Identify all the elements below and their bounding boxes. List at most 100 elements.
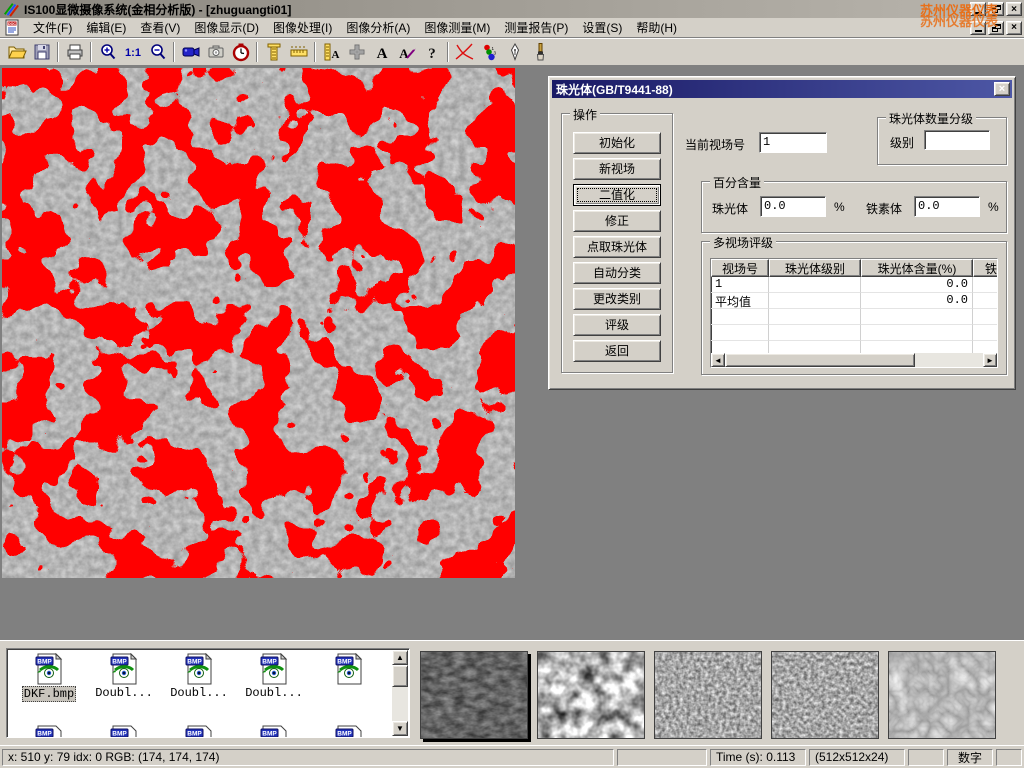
window-minimize-button[interactable]: [970, 2, 986, 16]
grid-icon[interactable]: [344, 40, 369, 64]
app-logo-icon: [2, 1, 20, 17]
zoom-out-icon[interactable]: [145, 40, 170, 64]
thumbnail-1[interactable]: [420, 651, 528, 739]
menu-image-analysis[interactable]: 图像分析(A): [339, 17, 417, 38]
dialog-close-button[interactable]: ×: [994, 82, 1010, 96]
thumbnail-4[interactable]: [771, 651, 879, 739]
ferrite-label: 铁素体: [866, 200, 902, 217]
file-item[interactable]: BMP: [163, 725, 235, 738]
thumbnail-3[interactable]: [654, 651, 762, 739]
micrograph-canvas[interactable]: [2, 68, 515, 578]
file-list-scrollbar[interactable]: ▲ ▼: [392, 650, 408, 736]
menu-view[interactable]: 查看(V): [133, 17, 187, 38]
window-restore-button[interactable]: [988, 2, 1004, 16]
file-item[interactable]: BMP: [313, 653, 385, 699]
save-icon[interactable]: [29, 40, 54, 64]
ferrite-percent-input[interactable]: 0.0: [914, 196, 980, 217]
pearlite-label: 珠光体: [712, 200, 748, 217]
status-bar: x: 510 y: 79 idx: 0 RGB: (174, 174, 174)…: [0, 745, 1024, 768]
rate-button[interactable]: 评级: [573, 314, 661, 336]
file-name[interactable]: Doubl...: [94, 686, 154, 700]
help-icon[interactable]: ?: [419, 40, 444, 64]
child-restore-button[interactable]: [988, 21, 1004, 35]
file-item[interactable]: BMP: [313, 725, 385, 738]
menu-file[interactable]: 文件(F): [26, 17, 79, 38]
new-field-button[interactable]: 新视场: [573, 158, 661, 180]
binarize-button[interactable]: 二值化: [573, 184, 661, 206]
table-row-empty: [711, 325, 997, 341]
file-item[interactable]: BMP DKF.bmp: [13, 653, 85, 702]
menu-settings[interactable]: 设置(S): [575, 17, 629, 38]
measure-text-icon[interactable]: A: [319, 40, 344, 64]
grade-group-label: 珠光体数量分级: [886, 110, 976, 127]
child-close-button[interactable]: ×: [1006, 21, 1022, 35]
timer-icon[interactable]: [228, 40, 253, 64]
rating-table[interactable]: 视场号 珠光体级别 珠光体含量(%) 铁素体 1 0.0 平均值 0.0: [710, 258, 998, 368]
multi-field-group: 多视场评级 视场号 珠光体级别 珠光体含量(%) 铁素体 1 0.0 平均值: [701, 241, 1007, 375]
print-icon[interactable]: [62, 40, 87, 64]
dialog-title-text: 珠光体(GB/T9441-88): [556, 81, 673, 98]
text-icon[interactable]: A: [369, 40, 394, 64]
col-ferrite[interactable]: 铁素体: [973, 259, 998, 277]
file-name[interactable]: Doubl...: [169, 686, 229, 700]
scroll-left-icon[interactable]: ◄: [711, 353, 725, 367]
camera-icon[interactable]: [203, 40, 228, 64]
menu-measure-report[interactable]: 测量报告(P): [497, 17, 575, 38]
menu-image-measure[interactable]: 图像测量(M): [417, 17, 497, 38]
file-name[interactable]: Doubl...: [244, 686, 304, 700]
col-pearlite-grade[interactable]: 珠光体级别: [769, 259, 861, 277]
file-browser[interactable]: BMP DKF.bmp BMP Doubl... BMP Doubl... BM…: [6, 648, 410, 738]
thumbnail-5[interactable]: [888, 651, 996, 739]
file-item[interactable]: BMP Doubl...: [88, 653, 160, 700]
zoom-in-icon[interactable]: [95, 40, 120, 64]
particle-classes-icon[interactable]: 13: [477, 40, 502, 64]
change-class-button[interactable]: 更改类别: [573, 288, 661, 310]
ruler-icon[interactable]: [286, 40, 311, 64]
col-pearlite-content[interactable]: 珠光体含量(%): [861, 259, 973, 277]
correct-button[interactable]: 修正: [573, 210, 661, 232]
file-item[interactable]: BMP: [13, 725, 85, 738]
caliper-icon[interactable]: [261, 40, 286, 64]
table-horizontal-scrollbar[interactable]: ◄ ►: [711, 353, 997, 367]
bmp-file-icon: BMP: [259, 725, 289, 738]
curve-tool-icon[interactable]: [452, 40, 477, 64]
document-icon[interactable]: DOC: [4, 19, 22, 37]
file-item[interactable]: BMP: [88, 725, 160, 738]
title-bar: IS100显微摄像系统(金相分析版) - [zhuguangti01] ×: [0, 0, 1024, 18]
table-row[interactable]: 1 0.0: [711, 277, 997, 293]
svg-text:BMP: BMP: [37, 731, 52, 738]
scroll-up-icon[interactable]: ▲: [392, 650, 408, 665]
scrollbar-thumb[interactable]: [392, 665, 408, 687]
video-camera-icon[interactable]: [178, 40, 203, 64]
scrollbar-thumb[interactable]: [725, 353, 915, 367]
col-field-no[interactable]: 视场号: [711, 259, 769, 277]
open-icon[interactable]: [4, 40, 29, 64]
child-minimize-button[interactable]: [970, 21, 986, 35]
menu-image-process[interactable]: 图像处理(I): [266, 17, 339, 38]
menu-image-display[interactable]: 图像显示(D): [187, 17, 266, 38]
pick-pearlite-button[interactable]: 点取珠光体: [573, 236, 661, 258]
file-name[interactable]: DKF.bmp: [22, 686, 76, 702]
menu-edit[interactable]: 编辑(E): [79, 17, 133, 38]
menu-help[interactable]: 帮助(H): [629, 17, 684, 38]
scroll-down-icon[interactable]: ▼: [392, 721, 408, 736]
actual-size-icon[interactable]: 1:1: [120, 40, 145, 64]
thumbnail-2[interactable]: [537, 651, 645, 739]
window-close-button[interactable]: ×: [1006, 2, 1022, 16]
annotate-icon[interactable]: A: [394, 40, 419, 64]
return-button[interactable]: 返回: [573, 340, 661, 362]
file-item[interactable]: BMP Doubl...: [238, 653, 310, 700]
file-item[interactable]: BMP: [238, 725, 310, 738]
pearlite-percent-input[interactable]: 0.0: [760, 196, 826, 217]
dialog-title-bar[interactable]: 珠光体(GB/T9441-88) ×: [552, 80, 1012, 98]
init-button[interactable]: 初始化: [573, 132, 661, 154]
auto-classify-button[interactable]: 自动分类: [573, 262, 661, 284]
current-field-input[interactable]: 1: [759, 132, 827, 153]
grade-input[interactable]: [924, 130, 990, 150]
pen-icon[interactable]: [502, 40, 527, 64]
table-row-average[interactable]: 平均值 0.0: [711, 293, 997, 309]
scroll-right-icon[interactable]: ►: [983, 353, 997, 367]
status-empty-panel: [996, 749, 1022, 766]
file-item[interactable]: BMP Doubl...: [163, 653, 235, 700]
brush-icon[interactable]: [527, 40, 552, 64]
